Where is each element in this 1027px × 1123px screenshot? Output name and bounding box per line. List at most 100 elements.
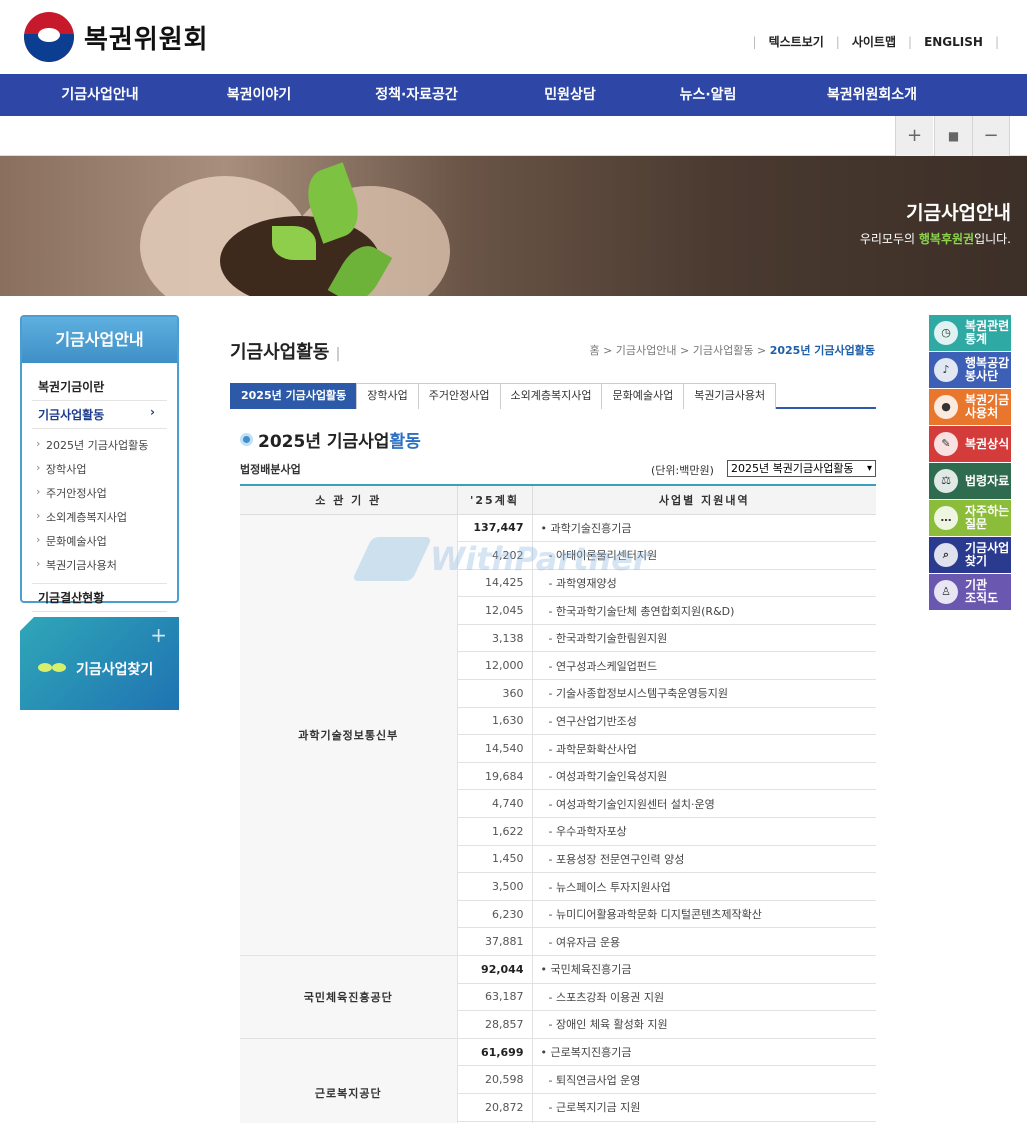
breadcrumb: 홈 > 기금사업안내 > 기금사업활동 > 2025년 기금사업활동 [589, 344, 875, 357]
quick-label-line1: 법령자료 [965, 473, 1010, 488]
hero-title: 기금사업안내 [906, 202, 1011, 224]
side-nav-item-about-fund[interactable]: 복권기금이란 [32, 373, 167, 401]
quick-label-line1: 복권상식 [965, 436, 1010, 451]
english-link[interactable]: ENGLISH [924, 35, 983, 49]
detail-cell: - 한국과학기술단체 총연합회지원(R&D) [531, 596, 876, 625]
tab-housing[interactable]: 주거안정사업 [417, 383, 501, 409]
pencil-icon: ✎ [934, 432, 958, 456]
site-logo[interactable]: 복권위원회 [24, 12, 209, 62]
amount-cell: 20,598 [456, 1065, 532, 1094]
detail-cell: - 과학영재양성 [531, 569, 876, 598]
tab-welfare[interactable]: 소외계층복지사업 [499, 383, 603, 409]
detail-cell: • 과학기술진흥기금 [531, 514, 876, 543]
quick-menu: ◷ 복권관련 통계 ♪ 행복공감 봉사단 ● 복권기금 사용처 ✎ 복권상식 ⚖ 법령자료 … 자주하는 질문… [929, 315, 1011, 611]
quick-menu-label: 복권관련 통계 [965, 320, 1009, 346]
section-title-highlight: 활동 [389, 432, 421, 452]
year-select[interactable]: 2025년 복권기금사업활동 ▾ [727, 460, 876, 477]
side-nav-sub-2025[interactable]: 2025년 기금사업활동 [32, 433, 167, 457]
amount-cell: 360 [456, 679, 532, 708]
amount-cell: 20,872 [456, 1093, 532, 1122]
side-nav-title: 기금사업안내 [22, 317, 177, 363]
quick-label-line1: 복권기금 [965, 393, 1010, 407]
quick-menu-label: 기관 조직도 [965, 579, 998, 605]
amount-cell: 1,622 [456, 817, 532, 846]
side-nav-sub-culture[interactable]: 문화예술사업 [32, 529, 167, 553]
detail-cell: - 과학문화확산사업 [531, 734, 876, 763]
quick-label-line1: 자주하는 [965, 504, 1010, 518]
chevron-down-icon: ▾ [866, 463, 872, 474]
nav-item-about[interactable]: 복권위원회소개 [791, 74, 953, 116]
amount-cell: 92,044 [456, 955, 532, 984]
detail-cell: - 우수과학자포상 [531, 817, 876, 846]
quick-label-line2: 봉사단 [965, 369, 999, 383]
amount-cell: 14,425 [456, 569, 532, 598]
side-nav-item-fund-activity[interactable]: 기금사업활동 › [32, 401, 167, 429]
quick-label-line2: 질문 [965, 517, 988, 531]
nav-item-civil-complaint[interactable]: 민원상담 [515, 74, 625, 116]
taegeuk-logo-icon [24, 12, 74, 62]
font-reset-button[interactable]: ■ [934, 116, 972, 156]
breadcrumb-item[interactable]: 기금사업활동 [693, 344, 754, 357]
font-increase-button[interactable]: + [895, 116, 933, 156]
tab-usage[interactable]: 복권기금사용처 [683, 383, 777, 409]
tab-2025-activity[interactable]: 2025년 기금사업활동 [230, 383, 358, 409]
plus-icon: + [150, 623, 167, 647]
search-icon: ⌕ [934, 543, 958, 567]
table-header-row: 소 관 기 관 '25계획 사업별 지원내역 [240, 485, 876, 515]
detail-cell: - 기술사종합정보시스템구축운영등지원 [531, 679, 876, 708]
text-view-link[interactable]: 텍스트보기 [769, 33, 824, 50]
amount-cell: 137,447 [456, 514, 532, 543]
amount-cell: 63,187 [456, 983, 532, 1012]
sitemap-link[interactable]: 사이트맵 [852, 33, 896, 50]
quick-menu-item[interactable]: ♙ 기관 조직도 [929, 574, 1011, 610]
quick-menu-item[interactable]: ◷ 복권관련 통계 [929, 315, 1011, 351]
quick-menu-item[interactable]: ♪ 행복공감 봉사단 [929, 352, 1011, 388]
hero-sub-post: 입니다. [974, 232, 1011, 246]
page-title: 기금사업활동 | [230, 338, 340, 364]
nav-item-lottery-story[interactable]: 복권이야기 [200, 74, 318, 116]
find-fund-business-banner[interactable]: + 기금사업찾기 [20, 617, 179, 710]
amount-cell: 37,881 [456, 927, 532, 956]
amount-cell: 14,540 [456, 734, 532, 763]
side-nav: 기금사업안내 복권기금이란 기금사업활동 › 2025년 기금사업활동 장학사업 … [20, 315, 179, 612]
font-decrease-button[interactable]: − [972, 116, 1010, 156]
nav-item-news[interactable]: 뉴스·알림 [625, 74, 791, 116]
side-nav-item-settlement[interactable]: 기금결산현황 [32, 583, 167, 612]
detail-cell: - 여성과학기술인지원센터 설치·운영 [531, 789, 876, 819]
util-divider: | [752, 34, 757, 49]
quick-menu-item[interactable]: … 자주하는 질문 [929, 500, 1011, 536]
quick-menu-item[interactable]: ✎ 복권상식 [929, 426, 1011, 462]
quick-menu-item[interactable]: ● 복권기금 사용처 [929, 389, 1011, 425]
detail-cell: - 퇴직연금사업 운영 [531, 1065, 876, 1094]
table-subheading: 법정배분사업 [240, 463, 301, 476]
music-icon: ♪ [934, 358, 958, 382]
quick-menu-item[interactable]: ⌕ 기금사업 찾기 [929, 537, 1011, 573]
tab-culture[interactable]: 문화예술사업 [601, 383, 685, 409]
nav-item-policy-data[interactable]: 정책·자료공간 [318, 74, 515, 116]
page-title-text: 기금사업활동 [230, 342, 330, 363]
piggy-icon: ● [934, 395, 958, 419]
side-nav-list: 복권기금이란 기금사업활동 › 2025년 기금사업활동 장학사업 주거안정사업 … [22, 363, 177, 612]
breadcrumb-home[interactable]: 홈 [589, 344, 599, 357]
breadcrumb-item[interactable]: 기금사업안내 [616, 344, 677, 357]
table-row: 국민체육진흥공단 92,044 • 국민체육진흥기금 [240, 955, 876, 1039]
nav-item-fund-business[interactable]: 기금사업안내 [0, 74, 200, 116]
amount-cell: 1,450 [456, 845, 532, 874]
side-nav-sub-welfare[interactable]: 소외계층복지사업 [32, 505, 167, 529]
table-row: 근로복지공단 61,699 • 근로복지진흥기금 [240, 1038, 876, 1123]
side-nav-sub-housing[interactable]: 주거안정사업 [32, 481, 167, 505]
year-select-value: 2025년 복권기금사업활동 [731, 462, 854, 475]
amount-cell: 12,000 [456, 651, 532, 681]
chevron-right-icon: › [150, 405, 155, 419]
quick-label-line1: 기금사업 [965, 541, 1010, 555]
side-nav-sub-scholarship[interactable]: 장학사업 [32, 457, 167, 481]
chat-icon: … [934, 506, 958, 530]
tab-scholarship[interactable]: 장학사업 [356, 383, 419, 409]
side-nav-sub-usage[interactable]: 복권기금사용처 [32, 553, 167, 577]
org-cell: 국민체육진흥공단 [240, 955, 457, 1039]
amount-cell: 12,045 [456, 596, 532, 625]
util-divider: | [994, 34, 999, 49]
quick-menu-label: 복권기금 사용처 [965, 394, 1009, 420]
quick-menu-item[interactable]: ⚖ 법령자료 [929, 463, 1011, 499]
title-divider: | [335, 346, 341, 362]
